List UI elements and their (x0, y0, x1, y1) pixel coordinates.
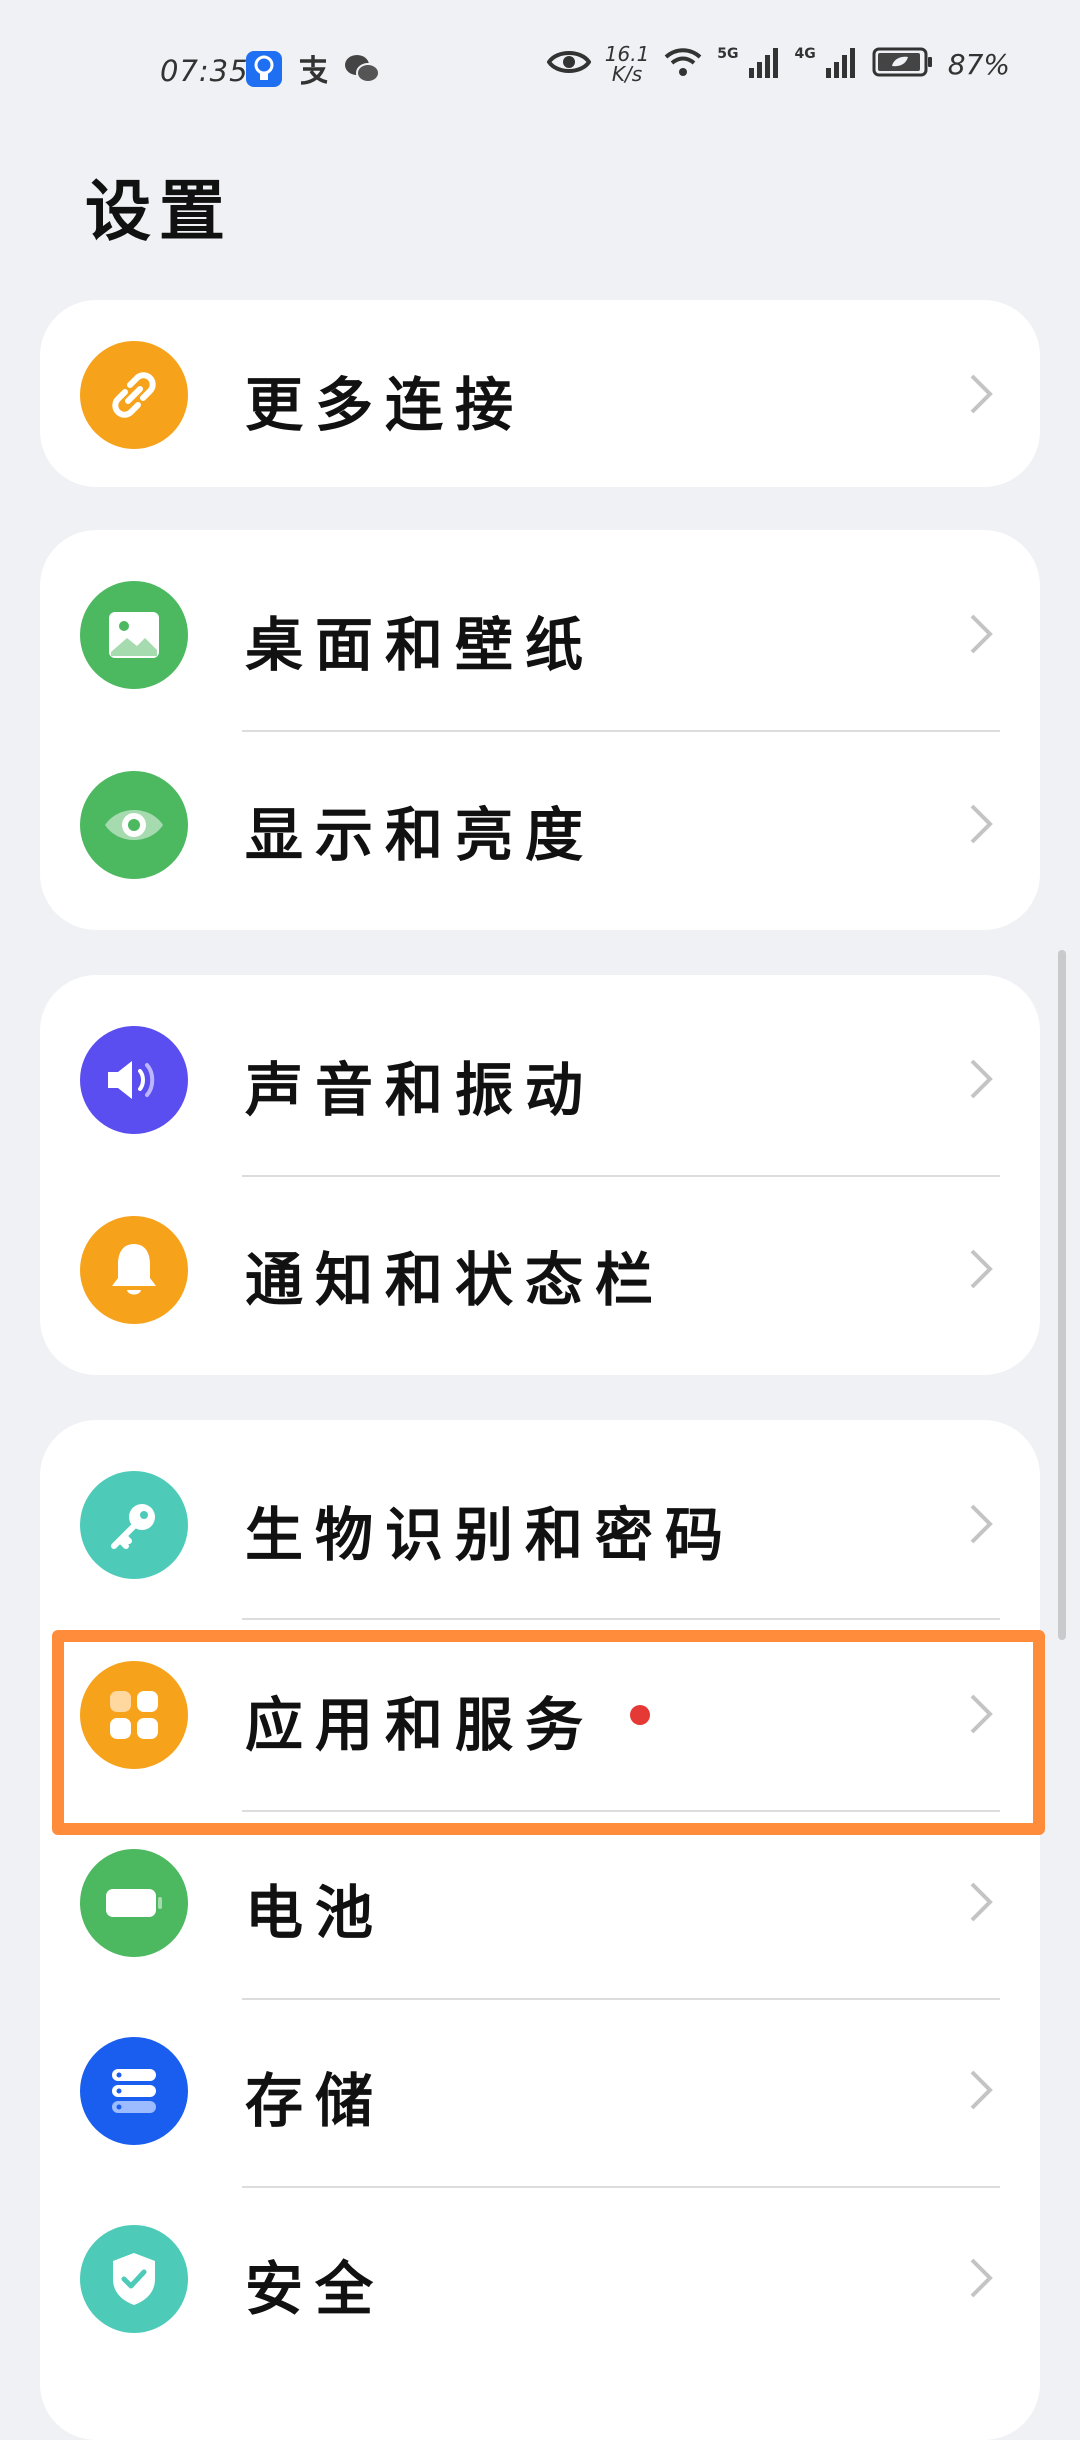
shield-icon (80, 2225, 188, 2333)
storage-icon (80, 2037, 188, 2145)
link-icon (80, 341, 188, 449)
settings-item-battery[interactable]: 电池 (40, 1808, 1040, 1996)
settings-item-label: 电池 (245, 1879, 386, 1947)
wifi-icon (663, 46, 703, 82)
battery-icon (872, 46, 934, 82)
settings-item-label: 应用和服务 (245, 1691, 596, 1759)
key-icon (80, 1471, 188, 1579)
battery-percent: 87% (947, 47, 1010, 81)
settings-item-security[interactable]: 安全 (40, 2184, 1040, 2372)
red-dot-badge (630, 1705, 650, 1725)
chevron-right-icon (970, 614, 993, 654)
wechat-icon (343, 52, 381, 90)
battery-icon (80, 1849, 188, 1957)
card-apps-security: 生物识别和密码 应用和服务 电池 存储 安全 (40, 1420, 1040, 2440)
network-speed-unit: K/s (611, 62, 643, 86)
bell-icon (80, 1216, 188, 1324)
status-time: 07:35 (160, 54, 249, 88)
chevron-right-icon (970, 374, 993, 414)
settings-item-more-connections[interactable]: 更多连接 (40, 300, 1040, 487)
alipay-icon (295, 51, 331, 91)
settings-item-label: 显示和亮度 (245, 801, 596, 869)
signal-bars-icon (747, 46, 781, 82)
card-connections: 更多连接 (40, 300, 1040, 487)
eye-comfort-icon (546, 48, 592, 80)
settings-item-label: 更多连接 (245, 371, 526, 439)
signal-5g-label: 5G (717, 46, 739, 62)
wallpaper-icon (80, 581, 188, 689)
chevron-right-icon (970, 2258, 993, 2298)
settings-item-label: 桌面和壁纸 (245, 611, 596, 679)
settings-item-display[interactable]: 显示和亮度 (40, 730, 1040, 918)
scrollbar[interactable] (1058, 950, 1066, 1640)
status-notification-icons (245, 50, 381, 92)
chevron-right-icon (970, 2070, 993, 2110)
settings-item-label: 安全 (245, 2255, 386, 2323)
chevron-right-icon (970, 1504, 993, 1544)
lightbulb-app-icon (245, 50, 283, 92)
chevron-right-icon (970, 1249, 993, 1289)
card-display: 桌面和壁纸 显示和亮度 (40, 530, 1040, 930)
settings-item-biometrics[interactable]: 生物识别和密码 (40, 1430, 1040, 1618)
settings-item-label: 生物识别和密码 (245, 1501, 736, 1569)
chevron-right-icon (970, 1694, 993, 1734)
settings-item-label: 存储 (245, 2067, 386, 2135)
page-title: 设置 (85, 172, 233, 250)
settings-item-wallpaper[interactable]: 桌面和壁纸 (40, 540, 1040, 728)
network-speed: 16.1 K/s (605, 44, 650, 84)
signal-bars-icon (824, 46, 858, 82)
signal-4g-label: 4G (794, 46, 816, 62)
eye-icon (80, 771, 188, 879)
chevron-right-icon (970, 1882, 993, 1922)
settings-item-apps-services[interactable]: 应用和服务 (40, 1620, 1040, 1808)
settings-item-label: 通知和状态栏 (245, 1246, 666, 1314)
apps-icon (80, 1661, 188, 1769)
chevron-right-icon (970, 1059, 993, 1099)
speaker-icon (80, 1026, 188, 1134)
settings-item-label: 声音和振动 (245, 1056, 596, 1124)
status-system-icons: 16.1 K/s 5G 4G 87% (546, 44, 1010, 84)
chevron-right-icon (970, 804, 993, 844)
settings-item-sound[interactable]: 声音和振动 (40, 985, 1040, 1173)
settings-item-notifications[interactable]: 通知和状态栏 (40, 1175, 1040, 1363)
network-speed-value: 16.1 (604, 42, 650, 66)
settings-item-storage[interactable]: 存储 (40, 1996, 1040, 2184)
status-bar: 07:35 16.1 K/s 5G 4G 87% (0, 0, 1080, 140)
card-sound-notifications: 声音和振动 通知和状态栏 (40, 975, 1040, 1375)
